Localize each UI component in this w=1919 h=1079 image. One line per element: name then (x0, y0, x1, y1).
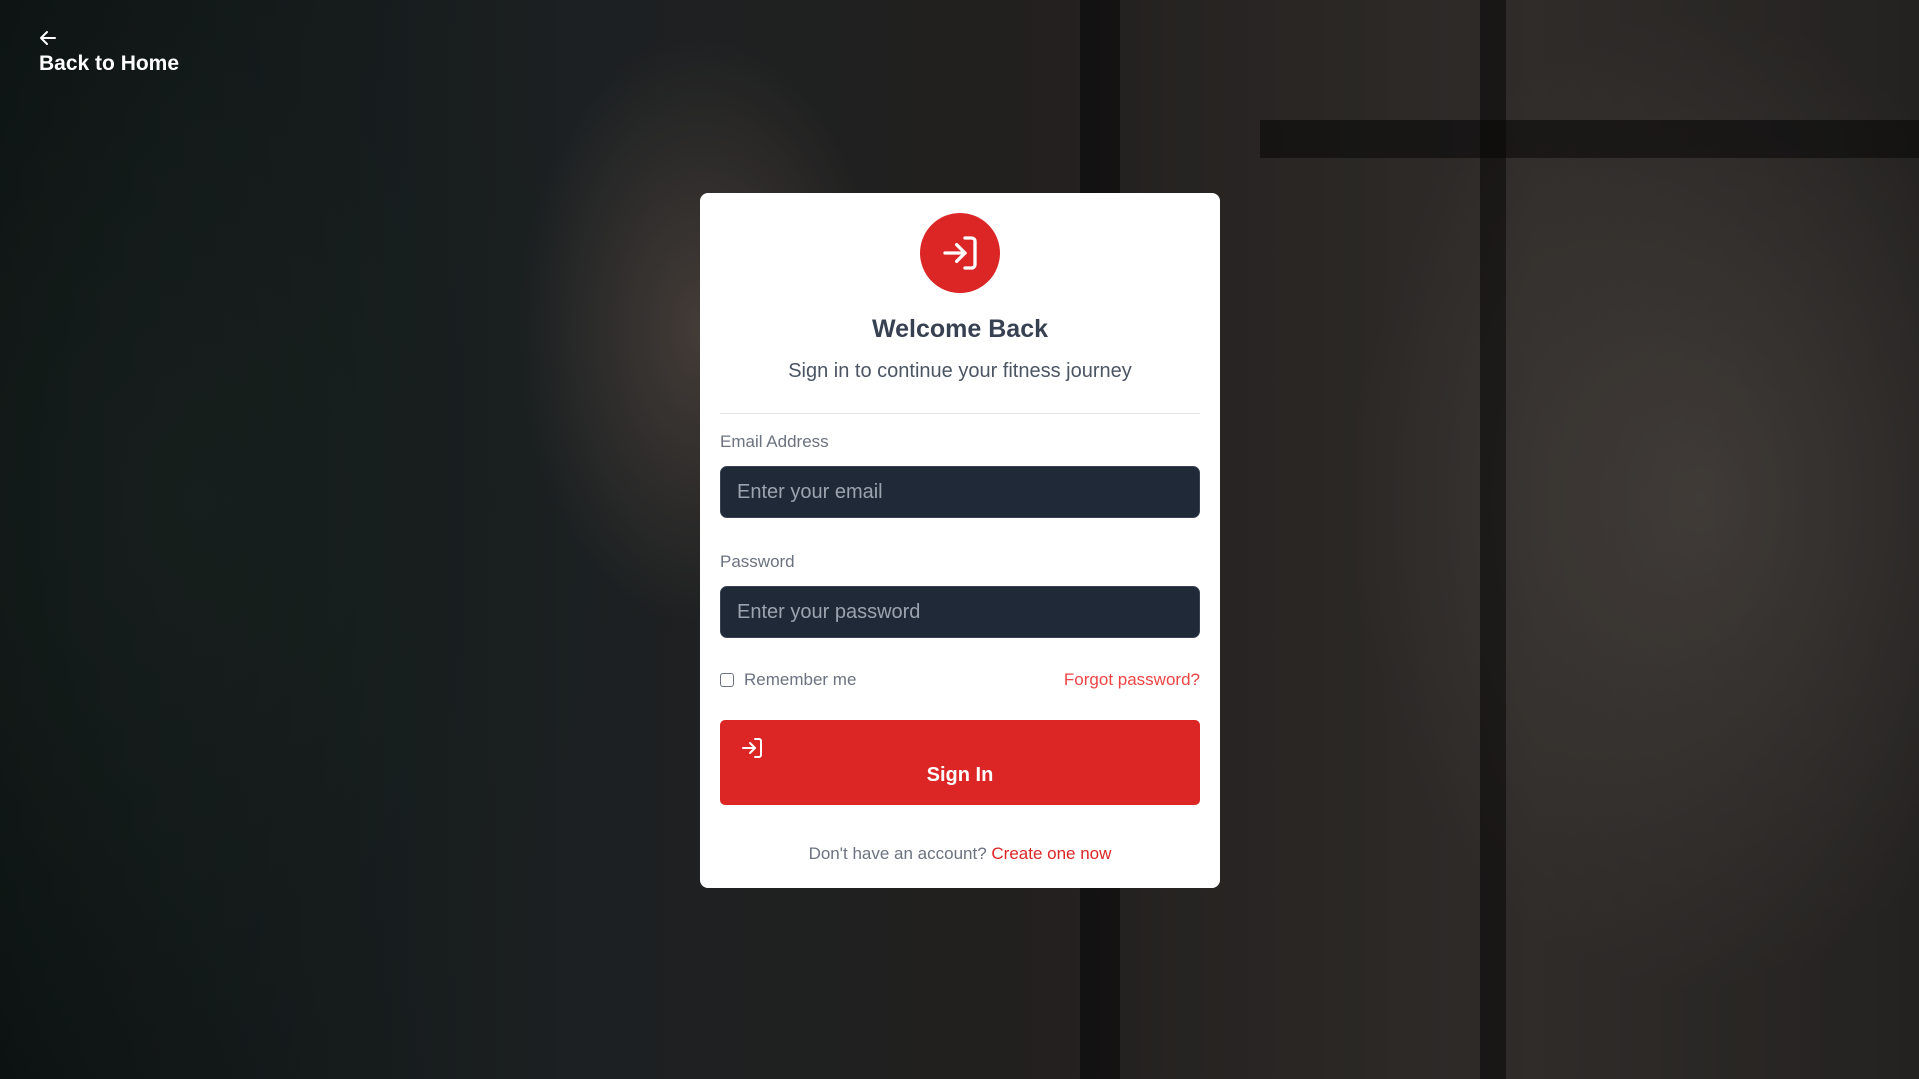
sign-in-icon (740, 736, 764, 763)
signup-prompt: Don't have an account? Create one now (720, 844, 1200, 864)
email-label: Email Address (720, 432, 829, 451)
divider (720, 413, 1200, 414)
signup-prompt-text: Don't have an account? (808, 844, 987, 863)
sign-in-button[interactable]: Sign In (720, 720, 1200, 805)
password-label: Password (720, 552, 795, 571)
login-card: Welcome Back Sign in to continue your fi… (700, 193, 1220, 888)
sign-in-label: Sign In (926, 764, 994, 786)
remember-me[interactable]: Remember me (720, 670, 856, 690)
page-subtitle: Sign in to continue your fitness journey (788, 360, 1132, 382)
forgot-password-link[interactable]: Forgot password? (1064, 670, 1200, 690)
login-logo (920, 213, 1000, 293)
remember-me-checkbox[interactable] (720, 673, 734, 687)
sign-in-icon (943, 236, 977, 270)
remember-me-label: Remember me (744, 670, 857, 689)
email-field[interactable] (720, 466, 1200, 518)
options-row: Remember me Forgot password? (720, 670, 1200, 690)
page-title: Welcome Back (871, 315, 1048, 343)
back-to-home-label: Back to Home (39, 52, 180, 75)
arrow-left-icon (39, 30, 57, 46)
password-field[interactable] (720, 586, 1200, 638)
create-account-link[interactable]: Create one now (991, 844, 1111, 863)
back-to-home-link[interactable]: Back to Home (39, 30, 179, 76)
